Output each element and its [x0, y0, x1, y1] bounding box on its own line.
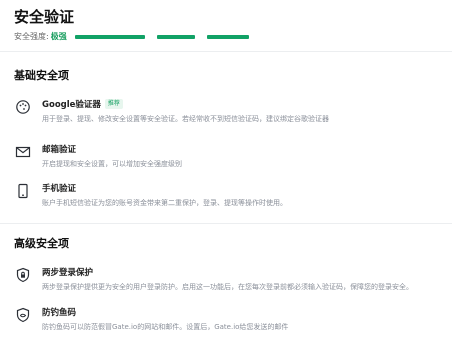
item-name-text: 两步登录保护 [42, 268, 94, 278]
item-name-text: Google验证器 [42, 100, 101, 110]
item-name: 防钓鱼码 [42, 306, 76, 318]
item-name: 手机验证 [42, 182, 76, 194]
item-description: 用于登录、提现、修改安全设置等安全验证。若经常收不到短信验证码，建议绑定谷歌验证… [42, 115, 329, 123]
item-name-text: 邮箱验证 [42, 145, 77, 155]
security-item-anti-phishing[interactable]: 防钓鱼码 防钓鱼码可以防范假冒Gate.io的网站和邮件。设置后，Gate.io… [14, 306, 442, 336]
divider [0, 223, 452, 224]
page-title: 安全验证 [14, 8, 75, 26]
item-description: 两步登录保护提供更为安全的用户登录防护。启用这一功能后，在您每次登录前都必须输入… [42, 283, 413, 291]
mail-icon [14, 143, 32, 161]
strength-value: 极强 [50, 32, 67, 41]
security-strength: 安全强度: 极强 [14, 31, 249, 42]
divider [0, 51, 452, 52]
section-title-advanced: 高级安全项 [14, 237, 69, 250]
security-item-phone[interactable]: 手机验证 账户手机短信验证为您的账号资金带来第二重保护，登录、提现等操作时使用。 [14, 182, 442, 212]
security-item-email[interactable]: 邮箱验证 开启提现和安全设置，可以增加安全强度级别 [14, 143, 442, 173]
item-description: 账户手机短信验证为您的账号资金带来第二重保护，登录、提现等操作时使用。 [42, 199, 287, 207]
item-name: Google验证器 推荐 [42, 98, 123, 110]
strength-meter [74, 34, 249, 39]
strength-bar [156, 34, 195, 39]
item-name-text: 防钓鱼码 [42, 308, 77, 318]
shield-lock-icon [14, 266, 32, 284]
strength-bar [74, 34, 145, 39]
security-item-two-step-login[interactable]: 两步登录保护 两步登录保护提供更为安全的用户登录防护。启用这一功能后，在您每次登… [14, 266, 442, 296]
item-name-text: 手机验证 [42, 184, 77, 194]
section-title-basic: 基础安全项 [14, 69, 69, 82]
item-name: 邮箱验证 [42, 143, 76, 155]
anti-phishing-shield-icon [14, 306, 32, 324]
security-settings-page: 安全验证 安全强度: 极强 基础安全项 Google验证器 推荐 用于登录、提现… [0, 0, 452, 348]
item-description: 防钓鱼码可以防范假冒Gate.io的网站和邮件。设置后，Gate.io给您发送的… [42, 323, 289, 331]
item-name: 两步登录保护 [42, 266, 93, 278]
phone-icon [14, 182, 32, 200]
security-item-google-authenticator[interactable]: Google验证器 推荐 用于登录、提现、修改安全设置等安全验证。若经常收不到短… [14, 98, 442, 128]
strength-bar [206, 34, 249, 39]
item-description: 开启提现和安全设置，可以增加安全强度级别 [42, 160, 182, 168]
google-authenticator-icon [14, 98, 32, 116]
recommended-badge: 推荐 [104, 99, 123, 109]
strength-label: 安全强度: [14, 32, 49, 41]
